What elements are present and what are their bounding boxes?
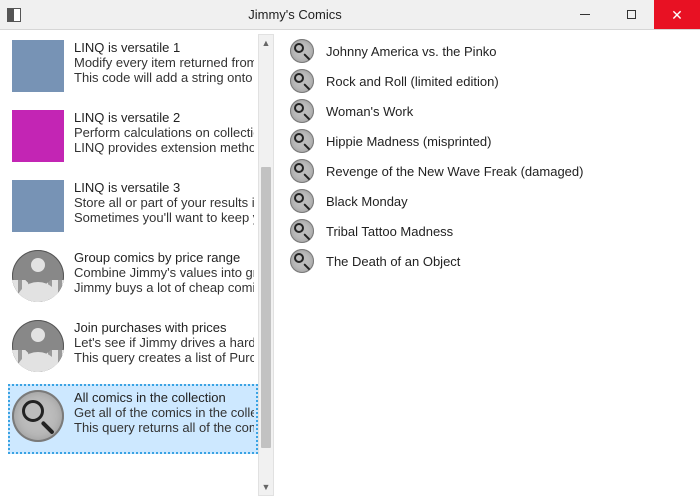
result-label: Black Monday <box>326 194 408 209</box>
list-item-desc: This code will add a string onto th <box>74 70 254 85</box>
list-item-text: Group comics by price rangeCombine Jimmy… <box>74 250 254 302</box>
magnifier-icon <box>290 99 314 123</box>
avatar-icon <box>12 250 64 302</box>
magnifier-icon <box>290 159 314 183</box>
list-item[interactable]: LINQ is versatile 1Modify every item ret… <box>8 34 258 104</box>
list-item-text: Join purchases with pricesLet's see if J… <box>74 320 254 372</box>
result-item[interactable]: The Death of an Object <box>290 246 692 276</box>
list-item-desc: This query returns all of the comic <box>74 420 254 435</box>
list-item-subtitle: Perform calculations on collection <box>74 125 254 140</box>
list-item-text: LINQ is versatile 2Perform calculations … <box>74 110 254 162</box>
result-label: Revenge of the New Wave Freak (damaged) <box>326 164 583 179</box>
list-item-desc: Jimmy buys a lot of cheap comic <box>74 280 254 295</box>
list-item-title: Join purchases with prices <box>74 320 254 335</box>
left-scrollbar[interactable]: ▲ ▼ <box>258 34 274 496</box>
scroll-track[interactable] <box>259 52 273 478</box>
list-item-title: Group comics by price range <box>74 250 254 265</box>
result-label: Tribal Tattoo Madness <box>326 224 453 239</box>
list-item-title: LINQ is versatile 3 <box>74 180 254 195</box>
list-item-subtitle: Get all of the comics in the collect <box>74 405 254 420</box>
list-item[interactable]: LINQ is versatile 2Perform calculations … <box>8 104 258 174</box>
magnifier-icon <box>290 249 314 273</box>
title-bar: Jimmy's Comics ✕ <box>0 0 700 30</box>
maximize-button[interactable] <box>608 0 654 29</box>
list-item-text: LINQ is versatile 3Store all or part of … <box>74 180 254 232</box>
window-title: Jimmy's Comics <box>28 0 562 29</box>
minimize-button[interactable] <box>562 0 608 29</box>
list-item-title: LINQ is versatile 1 <box>74 40 254 55</box>
list-item[interactable]: Group comics by price rangeCombine Jimmy… <box>8 244 258 314</box>
color-swatch-icon <box>12 40 64 92</box>
result-item[interactable]: Woman's Work <box>290 96 692 126</box>
list-item-subtitle: Let's see if Jimmy drives a hard ba <box>74 335 254 350</box>
scroll-thumb[interactable] <box>261 167 271 448</box>
color-swatch-icon <box>12 180 64 232</box>
list-item[interactable]: Join purchases with pricesLet's see if J… <box>8 314 258 384</box>
result-item[interactable]: Hippie Madness (misprinted) <box>290 126 692 156</box>
list-item-desc: This query creates a list of Purcha <box>74 350 254 365</box>
result-label: The Death of an Object <box>326 254 460 269</box>
result-label: Rock and Roll (limited edition) <box>326 74 499 89</box>
magnifier-icon <box>290 219 314 243</box>
result-label: Johnny America vs. the Pinko <box>326 44 497 59</box>
result-item[interactable]: Black Monday <box>290 186 692 216</box>
right-pane: Johnny America vs. the Pinko Rock and Rol… <box>276 30 700 500</box>
list-item-subtitle: Combine Jimmy's values into grou <box>74 265 254 280</box>
list-item-desc: Sometimes you'll want to keep yo <box>74 210 254 225</box>
result-item[interactable]: Revenge of the New Wave Freak (damaged) <box>290 156 692 186</box>
result-label: Hippie Madness (misprinted) <box>326 134 491 149</box>
avatar-icon <box>12 320 64 372</box>
list-item-text: All comics in the collectionGet all of t… <box>74 390 254 442</box>
color-swatch-icon <box>12 110 64 162</box>
result-item[interactable]: Rock and Roll (limited edition) <box>290 66 692 96</box>
magnifier-icon <box>290 39 314 63</box>
result-item[interactable]: Johnny America vs. the Pinko <box>290 36 692 66</box>
left-pane: LINQ is versatile 1Modify every item ret… <box>0 30 276 500</box>
list-item-subtitle: Store all or part of your results in <box>74 195 254 210</box>
list-item-text: LINQ is versatile 1Modify every item ret… <box>74 40 254 92</box>
magnifier-icon <box>290 69 314 93</box>
scroll-down-arrow-icon[interactable]: ▼ <box>259 479 273 495</box>
scroll-up-arrow-icon[interactable]: ▲ <box>259 35 273 51</box>
list-item[interactable]: All comics in the collectionGet all of t… <box>8 384 258 454</box>
list-item-title: All comics in the collection <box>74 390 254 405</box>
app-icon <box>0 0 28 29</box>
result-item[interactable]: Tribal Tattoo Madness <box>290 216 692 246</box>
close-button[interactable]: ✕ <box>654 0 700 29</box>
list-item-title: LINQ is versatile 2 <box>74 110 254 125</box>
list-item-desc: LINQ provides extension methods <box>74 140 254 155</box>
list-item-subtitle: Modify every item returned from <box>74 55 254 70</box>
window-controls: ✕ <box>562 0 700 29</box>
magnifier-icon <box>290 129 314 153</box>
list-item[interactable]: LINQ is versatile 3Store all or part of … <box>8 174 258 244</box>
magnifier-icon <box>12 390 64 442</box>
result-label: Woman's Work <box>326 104 413 119</box>
magnifier-icon <box>290 189 314 213</box>
client-area: LINQ is versatile 1Modify every item ret… <box>0 30 700 500</box>
